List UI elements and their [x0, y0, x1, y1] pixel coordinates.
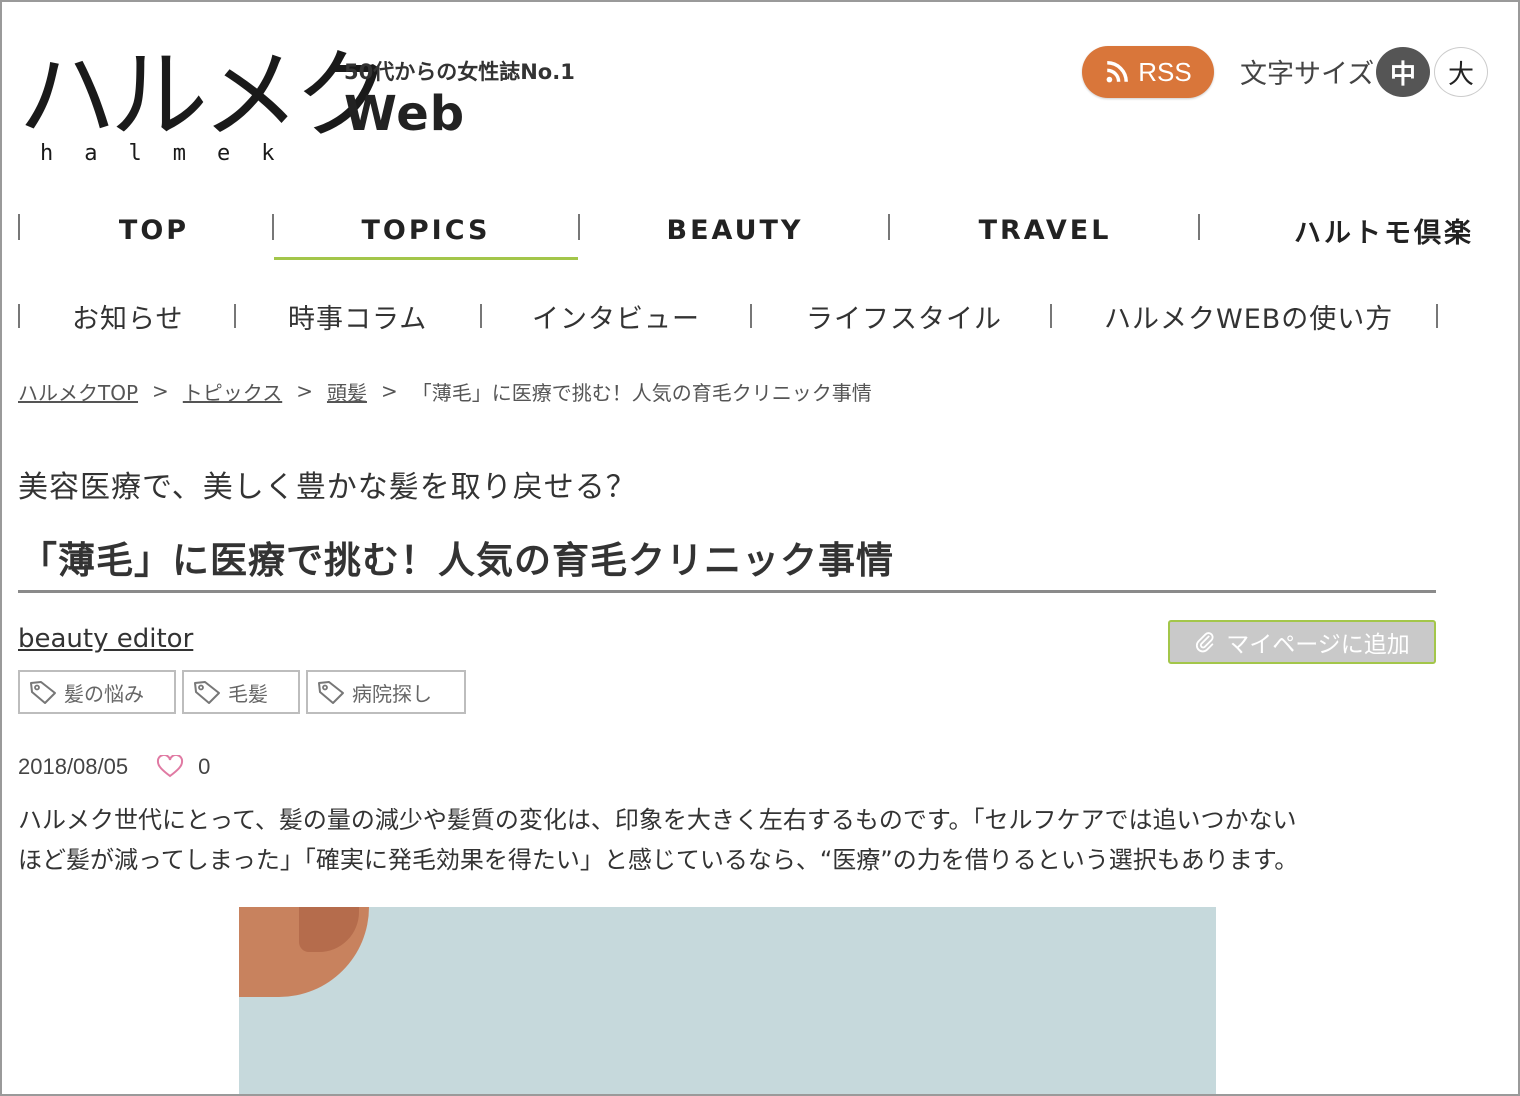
- nav-item-topics[interactable]: TOPICS: [274, 200, 578, 260]
- nav-divider: [18, 214, 20, 240]
- nav-item-beauty[interactable]: BEAUTY: [582, 200, 888, 260]
- logo-web: Web: [344, 86, 466, 142]
- logo-roman: halmek: [40, 141, 306, 166]
- lead-line: ハルメク世代にとって、髪の量の減少や髪質の変化は、印象を大きく左右するものです。…: [18, 806, 1297, 834]
- nav-item-harutomo[interactable]: ハルトモ倶楽: [1294, 200, 1494, 260]
- tag-label: 毛髪: [228, 681, 268, 706]
- nav-item-travel[interactable]: TRAVEL: [892, 200, 1198, 260]
- breadcrumb-separator: >: [152, 379, 169, 403]
- publish-date: 2018/08/05: [18, 754, 129, 779]
- breadcrumb-hair[interactable]: 頭髪: [327, 377, 367, 406]
- breadcrumb: ハルメクTOP > トピックス > 頭髪 > 「薄毛」に医療で挑む！人気の育毛ク…: [18, 376, 872, 406]
- tag-hair[interactable]: 毛髪: [182, 670, 300, 714]
- breadcrumb-separator: >: [380, 379, 398, 403]
- tag-label: 髪の悩み: [64, 681, 144, 706]
- site-logo[interactable]: ハルメク halmek 50代からの女性誌No.1 Web: [18, 46, 598, 176]
- subnav-item-news[interactable]: お知らせ: [72, 294, 183, 338]
- tag-icon: [192, 679, 222, 705]
- sub-nav: お知らせ 時事コラム インタビュー ライフスタイル ハルメクWEBの使い方: [18, 294, 1518, 338]
- add-to-mypage-button[interactable]: マイページに追加: [1168, 620, 1436, 664]
- subnav-divider: [1050, 304, 1052, 328]
- article-subtitle: 美容医療で、美しく豊かな髪を取り戻せる？: [18, 470, 637, 505]
- paperclip-icon: [1194, 631, 1216, 653]
- nav-divider: [888, 214, 890, 240]
- subnav-item-lifestyle[interactable]: ライフスタイル: [806, 294, 1002, 338]
- logo-wordmark: ハルメク: [18, 39, 392, 153]
- tag-hospital-search[interactable]: 病院探し: [306, 670, 466, 714]
- browser-viewport: ハルメク halmek 50代からの女性誌No.1 Web RSS 文字サイズ …: [0, 0, 1520, 1096]
- font-size-large-button[interactable]: 大: [1434, 47, 1488, 97]
- font-size-medium-button[interactable]: 中: [1376, 47, 1430, 97]
- article-hero-image: [239, 907, 1216, 1094]
- tag-list: 髪の悩み 毛髪 病院探し: [18, 670, 466, 714]
- tag-label: 病院探し: [352, 681, 432, 706]
- breadcrumb-home[interactable]: ハルメクTOP: [18, 377, 138, 406]
- breadcrumb-current: 「薄毛」に医療で挑む！人気の育毛クリニック事情: [411, 380, 872, 405]
- subnav-divider: [234, 304, 236, 328]
- nav-divider: [1198, 214, 1200, 240]
- tag-icon: [28, 679, 58, 705]
- rss-button[interactable]: RSS: [1082, 46, 1214, 98]
- tag-icon: [316, 679, 346, 705]
- rss-icon: [1104, 59, 1130, 85]
- global-nav: TOP TOPICS BEAUTY TRAVEL ハルトモ倶楽: [18, 200, 1518, 262]
- lead-line: ほど髪が減ってしまった」「確実に発毛効果を得たい」と感じているなら、“医療”の力…: [18, 846, 1299, 874]
- subnav-divider: [1436, 304, 1438, 328]
- add-to-mypage-label: マイページに追加: [1226, 632, 1410, 658]
- article-lead: ハルメク世代にとって、髪の量の減少や髪質の変化は、印象を大きく左右するものです。…: [18, 800, 1438, 880]
- author-link[interactable]: beauty editor: [18, 624, 193, 654]
- like-count: 0: [198, 754, 211, 779]
- breadcrumb-separator: >: [296, 379, 313, 403]
- article-title: 「薄毛」に医療で挑む！人気の育毛クリニック事情: [20, 539, 894, 582]
- heart-icon[interactable]: [156, 753, 184, 779]
- logo-tagline: 50代からの女性誌No.1: [344, 60, 575, 84]
- subnav-item-column[interactable]: 時事コラム: [288, 294, 427, 338]
- tag-hair-trouble[interactable]: 髪の悩み: [18, 670, 176, 714]
- subnav-item-interview[interactable]: インタビュー: [532, 294, 700, 338]
- subnav-divider: [750, 304, 752, 328]
- font-size-label: 文字サイズ: [1240, 59, 1375, 90]
- title-divider: [18, 590, 1436, 593]
- subnav-divider: [480, 304, 482, 328]
- subnav-item-howto[interactable]: ハルメクWEBの使い方: [1104, 294, 1393, 338]
- rss-label: RSS: [1138, 56, 1192, 87]
- breadcrumb-topics[interactable]: トピックス: [183, 377, 282, 406]
- nav-divider: [578, 214, 580, 240]
- subnav-divider: [18, 304, 20, 328]
- article-meta: 2018/08/05 0: [18, 753, 211, 780]
- nav-item-top[interactable]: TOP: [38, 200, 270, 260]
